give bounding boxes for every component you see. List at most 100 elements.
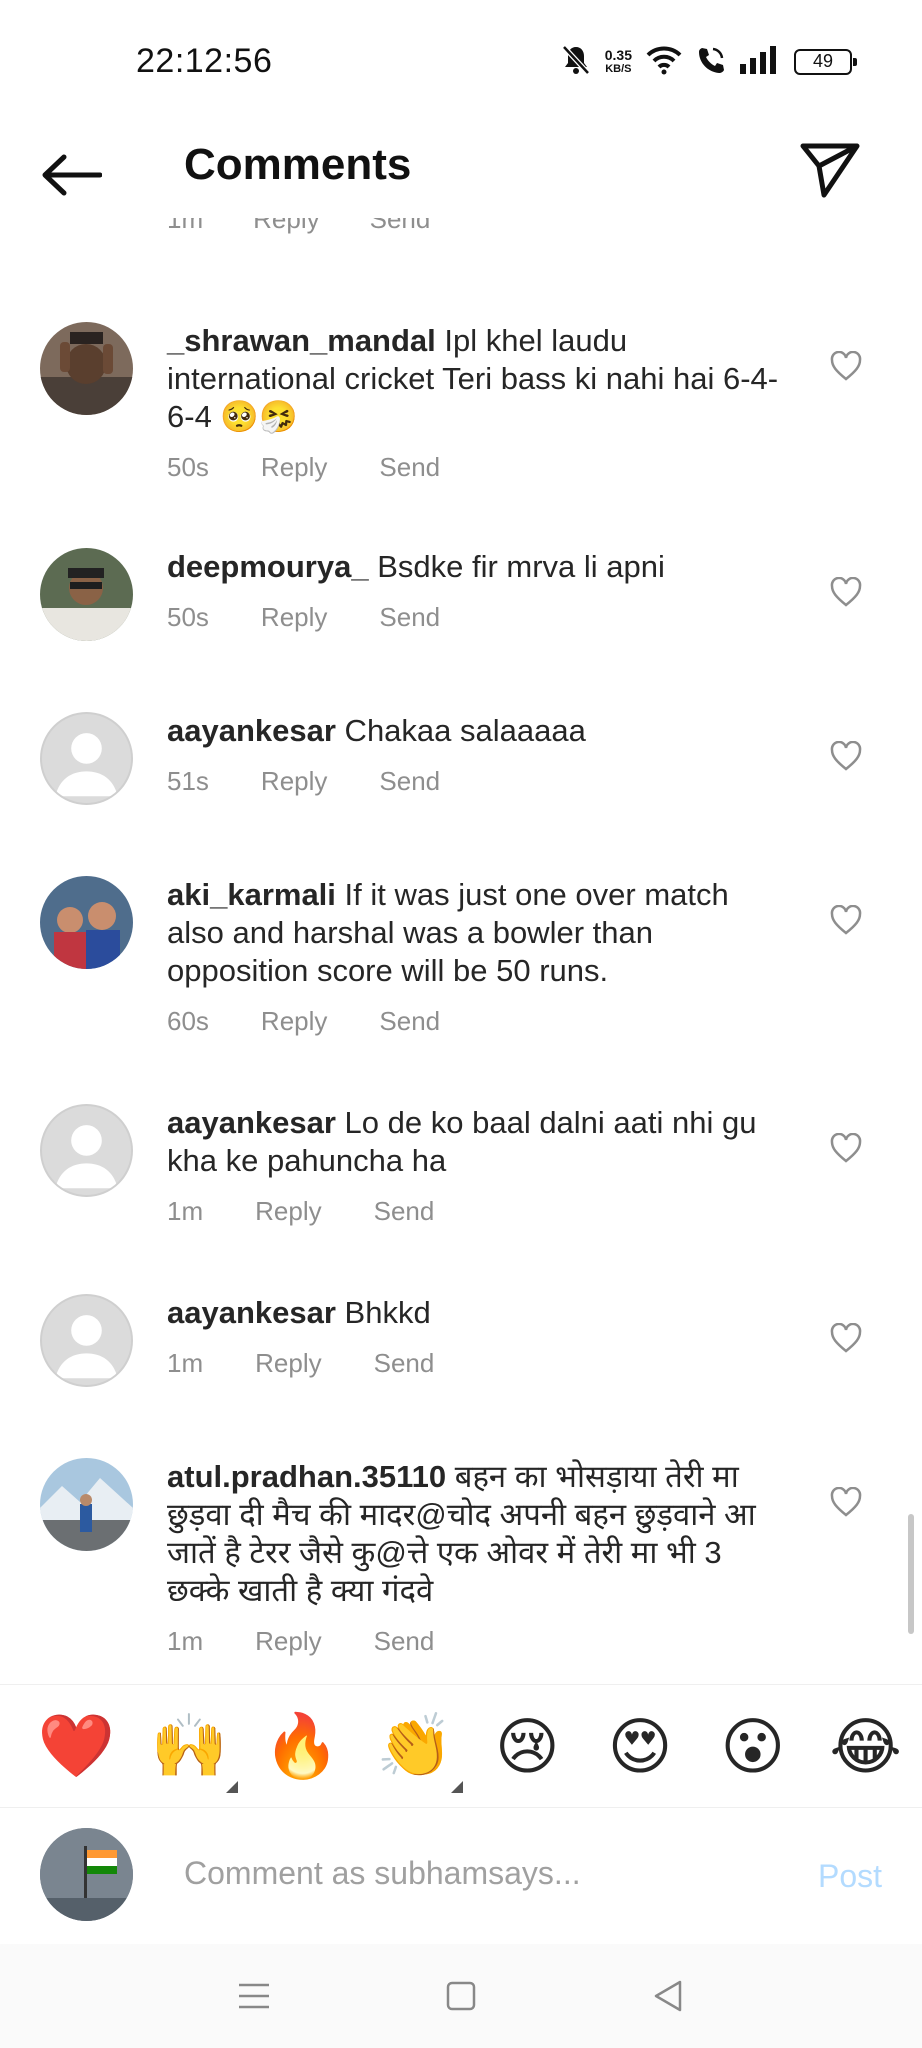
reply-button[interactable]: Reply xyxy=(255,1344,321,1382)
avatar[interactable] xyxy=(40,876,133,969)
triangle-back-icon xyxy=(655,1980,682,2012)
reply-button[interactable]: Reply xyxy=(255,1622,321,1660)
status-bar: 22:12:56 0.35 KB/S 49 xyxy=(0,0,922,120)
back-nav-button[interactable] xyxy=(638,1966,698,2026)
comment-username[interactable]: aayankesar xyxy=(167,1105,336,1140)
send-button[interactable]: Send xyxy=(379,762,440,800)
paper-plane-icon xyxy=(800,143,860,198)
send-button[interactable]: Send xyxy=(379,1002,440,1040)
emoji-heart-eyes[interactable]: 😍 xyxy=(584,1710,697,1783)
previous-comment-meta: 1m Reply Send xyxy=(167,218,430,248)
comment-username[interactable]: aayankesar xyxy=(167,1295,336,1330)
emoji-surprised[interactable]: 😮 xyxy=(697,1710,810,1783)
send-button[interactable]: Send xyxy=(374,1622,435,1660)
like-button[interactable] xyxy=(824,1316,868,1360)
send-button[interactable]: Send xyxy=(379,598,440,636)
mute-icon xyxy=(561,44,591,81)
comment-input[interactable] xyxy=(184,1848,744,1898)
send-button[interactable]: Send xyxy=(374,1344,435,1382)
comment-time: 60s xyxy=(167,1006,209,1036)
comment-body: aayankesar Bhkkd 1m Reply Send xyxy=(167,1294,787,1382)
comment-meta: 1m Reply Send xyxy=(167,1192,787,1230)
comment-text: Bhkkd xyxy=(335,1295,431,1330)
comment-username[interactable]: aki_karmali xyxy=(167,877,336,912)
my-avatar xyxy=(40,1828,133,1921)
emoji-bar: ❤️ 🙌 🔥 👏 😢 😍 😮 😂 xyxy=(0,1684,922,1808)
comment-text: Chakaa salaaaaa xyxy=(335,713,586,748)
emoji-heart[interactable]: ❤️ xyxy=(20,1709,133,1783)
wifi-icon xyxy=(646,45,682,80)
avatar[interactable] xyxy=(40,1294,133,1387)
square-icon xyxy=(446,1981,476,2011)
heart-icon xyxy=(830,741,862,771)
default-avatar-icon xyxy=(55,1315,118,1379)
comment-meta: 1m Reply Send xyxy=(167,1622,787,1660)
send-button[interactable]: Send xyxy=(374,1192,435,1230)
emoji-fire[interactable]: 🔥 xyxy=(246,1709,359,1783)
send-button[interactable]: Send xyxy=(379,448,440,486)
page-title: Comments xyxy=(184,140,412,189)
like-button[interactable] xyxy=(824,344,868,388)
comment-time: 50s xyxy=(167,452,209,482)
comment-body: aayankesar Chakaa salaaaaa 51s Reply Sen… xyxy=(167,712,787,800)
like-button[interactable] xyxy=(824,570,868,614)
network-speed-unit: KB/S xyxy=(605,63,632,75)
comment-meta: 50s Reply Send xyxy=(167,448,787,486)
comment-meta: 1m Reply Send xyxy=(167,1344,787,1382)
avatar[interactable] xyxy=(40,712,133,805)
default-avatar-icon xyxy=(55,733,118,797)
comment-meta: 50s Reply Send xyxy=(167,598,787,636)
status-time: 22:12:56 xyxy=(136,42,273,80)
status-icons: 0.35 KB/S 49 xyxy=(561,40,857,84)
comment-time: 1m xyxy=(167,1626,204,1656)
scrollbar[interactable] xyxy=(908,1514,914,1634)
comment-username[interactable]: aayankesar xyxy=(167,713,336,748)
reply-button[interactable]: Reply xyxy=(255,1192,321,1230)
like-button[interactable] xyxy=(824,1480,868,1524)
signal-icon xyxy=(740,45,780,79)
like-button[interactable] xyxy=(824,898,868,942)
post-button[interactable]: Post xyxy=(818,1858,882,1895)
avatar[interactable] xyxy=(40,322,133,415)
emoji-raised-hands[interactable]: 🙌 xyxy=(133,1709,246,1793)
comment-username[interactable]: atul.pradhan.35110 xyxy=(167,1459,446,1494)
battery-indicator: 49 xyxy=(794,49,857,75)
reply-button[interactable]: Reply xyxy=(261,598,327,636)
network-speed: 0.35 KB/S xyxy=(605,48,632,76)
heart-icon xyxy=(830,1323,862,1353)
reply-button[interactable]: Reply xyxy=(261,1002,327,1040)
emoji-crying[interactable]: 😢 xyxy=(471,1710,584,1783)
avatar[interactable] xyxy=(40,1104,133,1197)
comments-header: Comments xyxy=(0,120,922,230)
reply-button[interactable]: Reply xyxy=(261,762,327,800)
back-button[interactable] xyxy=(36,142,106,208)
emoji-laughing[interactable]: 😂 xyxy=(809,1710,922,1783)
heart-icon xyxy=(830,905,862,935)
comment-body: atul.pradhan.35110 बहन का भोसड़ाया तेरी … xyxy=(167,1458,787,1660)
previous-send-button[interactable]: Send xyxy=(370,218,431,234)
emoji-clapping[interactable]: 👏 xyxy=(358,1709,471,1793)
default-avatar-icon xyxy=(55,1125,118,1189)
avatar[interactable] xyxy=(40,548,133,641)
like-button[interactable] xyxy=(824,734,868,778)
comment-body: aki_karmali If it was just one over matc… xyxy=(167,876,787,1040)
share-button[interactable] xyxy=(794,134,866,206)
comment-body: deepmourya_ Bsdke fir mrva li apni 50s R… xyxy=(167,548,787,636)
heart-icon xyxy=(830,1133,862,1163)
home-nav-button[interactable] xyxy=(431,1966,491,2026)
reply-button[interactable]: Reply xyxy=(261,448,327,486)
comment-username[interactable]: _shrawan_mandal xyxy=(167,323,436,358)
previous-comment-time: 1m xyxy=(167,218,204,234)
menu-icon xyxy=(238,1983,269,2009)
menu-nav-button[interactable] xyxy=(224,1966,284,2026)
like-button[interactable] xyxy=(824,1126,868,1170)
comment-body: aayankesar Lo de ko baal dalni aati nhi … xyxy=(167,1104,787,1230)
network-speed-value: 0.35 xyxy=(604,47,632,63)
previous-reply-button[interactable]: Reply xyxy=(253,218,319,234)
comment-username[interactable]: deepmourya_ xyxy=(167,549,369,584)
heart-icon xyxy=(830,577,862,607)
system-nav-bar xyxy=(0,1944,922,2048)
avatar[interactable] xyxy=(40,1458,133,1551)
comment-time: 50s xyxy=(167,602,209,632)
comment-time: 51s xyxy=(167,766,209,796)
